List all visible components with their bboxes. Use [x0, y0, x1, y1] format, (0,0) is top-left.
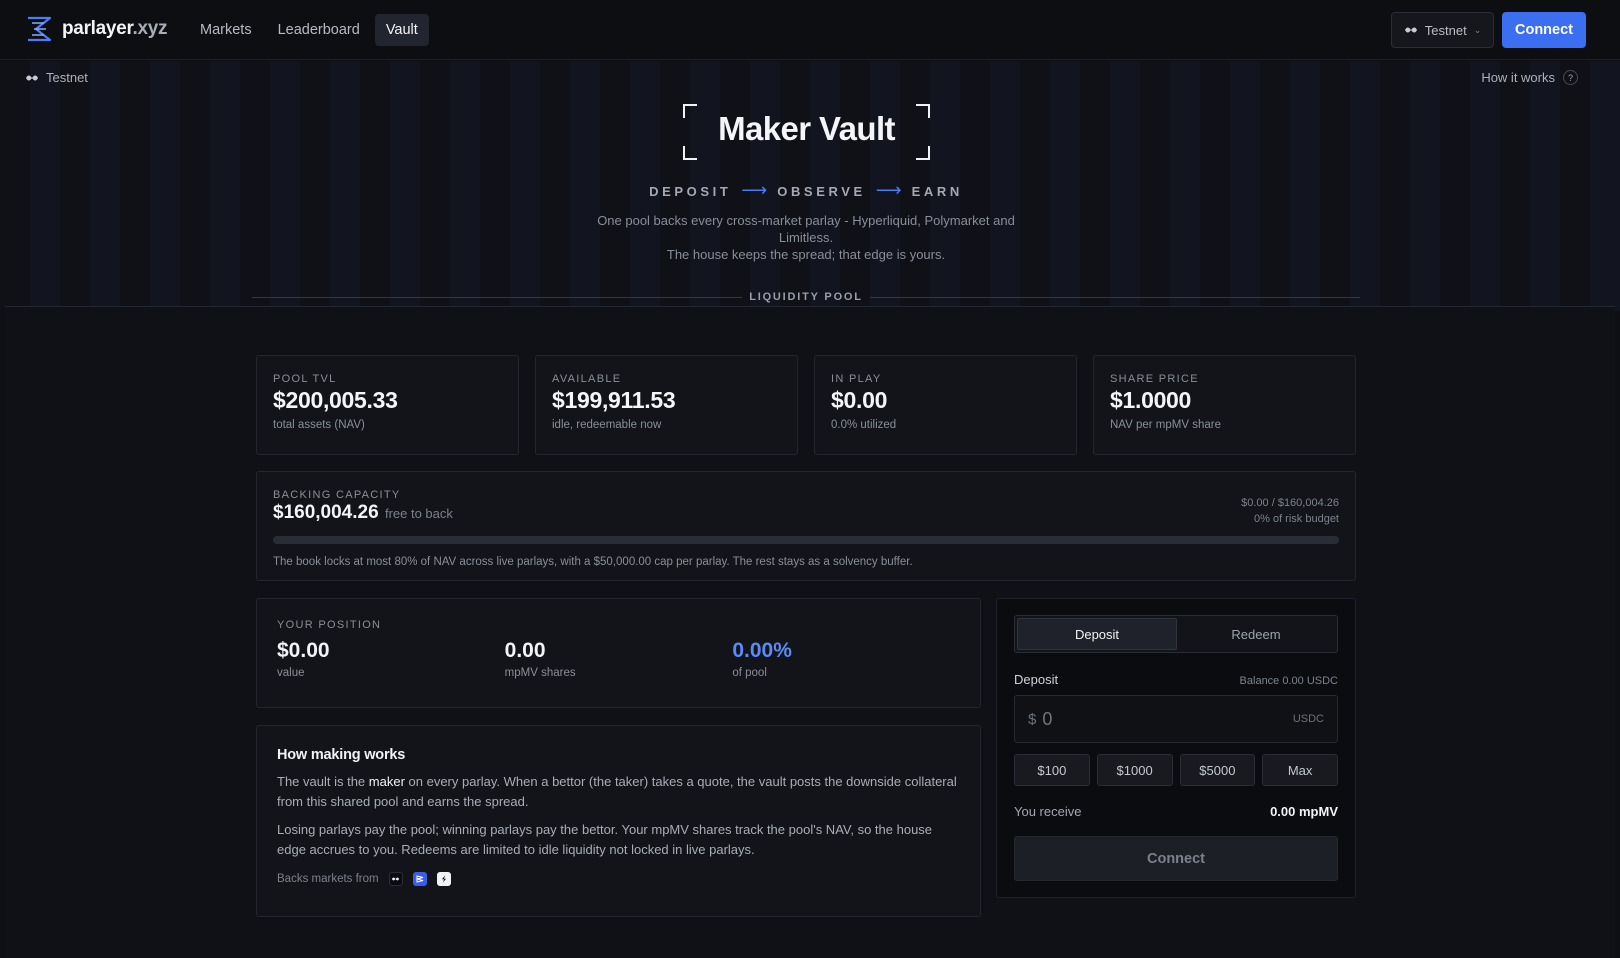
stat-sub: idle, redeemable now — [552, 419, 662, 431]
help-icon: ? — [1563, 70, 1578, 85]
hyperliquid-icon — [388, 872, 403, 886]
capacity-label: BACKING CAPACITY — [273, 489, 401, 501]
capacity-value: $160,004.26 free to back — [273, 502, 453, 523]
capacity-risk-budget: 0% of risk budget — [1254, 513, 1339, 525]
how-it-works-link[interactable]: How it works ? — [1481, 70, 1578, 85]
quick-amount-max-button[interactable]: Max — [1262, 754, 1338, 786]
how-it-works-label: How it works — [1481, 70, 1555, 85]
section-label: LIQUIDITY POOL — [749, 291, 863, 303]
position-pool-share-col: 0.00% of pool — [732, 639, 960, 679]
stat-sub: NAV per mpMV share — [1110, 419, 1221, 431]
main-nav: Markets Leaderboard Vault — [189, 14, 429, 46]
tab-redeem[interactable]: Redeem — [1177, 618, 1335, 650]
stat-value: $1.0000 — [1110, 387, 1192, 413]
step-deposit: DEPOSIT — [649, 184, 732, 199]
network-selector[interactable]: Testnet ⌄ — [1391, 12, 1494, 48]
frame-corner — [916, 146, 930, 160]
capacity-progress-bar — [273, 536, 1339, 544]
backs-markets-row: Backs markets from — [277, 872, 960, 886]
how-paragraph-2: Losing parlays pay the pool; winning par… — [277, 822, 933, 857]
position-shares-col: 0.00 mpMV shares — [505, 639, 733, 679]
chevron-down-icon: ⌄ — [1473, 24, 1482, 35]
how-title: How making works — [277, 747, 406, 763]
position-value-sub: value — [277, 667, 305, 679]
nav-leaderboard[interactable]: Leaderboard — [267, 14, 371, 46]
polymarket-icon — [412, 872, 427, 886]
network-selector-label: Testnet — [1424, 22, 1467, 38]
quick-amounts: $100 $1000 $5000 Max — [1014, 754, 1338, 786]
frame-corner — [683, 146, 697, 160]
stat-card-available: AVAILABLE $199,911.53 idle, redeemable n… — [535, 355, 798, 455]
nav-vault[interactable]: Vault — [374, 14, 429, 46]
position-value: $0.00 — [277, 639, 330, 662]
connect-wallet-button[interactable]: Connect — [1502, 12, 1586, 48]
receive-label: You receive — [1014, 804, 1082, 819]
stat-card-share-price: SHARE PRICE $1.0000 NAV per mpMV share — [1093, 355, 1356, 455]
stat-sub: 0.0% utilized — [831, 419, 897, 431]
deposit-panel: Deposit Redeem Deposit Balance 0.00 USDC… — [996, 598, 1356, 898]
brand-name: parlayer.xyz — [62, 18, 168, 39]
step-observe: OBSERVE — [777, 184, 866, 199]
quick-amount-5000-button[interactable]: $5000 — [1179, 754, 1256, 786]
deposit-label: Deposit — [1014, 672, 1059, 687]
hero-description-line2: The house keeps the spread; that edge is… — [666, 247, 946, 262]
capacity-usage: $0.00 / $160,004.26 0% of risk budget — [1241, 495, 1339, 527]
capacity-free-label: free to back — [384, 506, 453, 521]
parlayer-logo-icon — [28, 16, 52, 42]
dollar-icon: $ — [1028, 710, 1037, 728]
arrow-right-icon: ⟶ — [741, 180, 768, 200]
amount-field[interactable]: $ USDC — [1014, 695, 1338, 743]
stat-value: $0.00 — [831, 387, 888, 413]
vault-title-frame: Maker Vault — [683, 104, 930, 160]
stat-label: IN PLAY — [831, 373, 882, 385]
stat-label: AVAILABLE — [552, 373, 622, 385]
position-label: YOUR POSITION — [277, 619, 382, 631]
position-value-col: $0.00 value — [277, 639, 505, 679]
nav-markets[interactable]: Markets — [189, 14, 263, 46]
backs-markets-label: Backs markets from — [277, 873, 379, 885]
network-indicator-label: Testnet — [46, 70, 88, 85]
top-nav-bar: parlayer.xyz Markets Leaderboard Vault T… — [0, 0, 1620, 60]
limitless-icon — [436, 872, 451, 886]
position-shares-sub: mpMV shares — [504, 667, 576, 679]
wallet-balance: Balance 0.00 USDC — [1239, 675, 1338, 687]
hero-description-line1: One pool backs every cross-market parlay… — [597, 213, 1015, 245]
amount-unit: USDC — [1292, 713, 1324, 725]
capacity-used-of-total: $0.00 / $160,004.26 — [1241, 497, 1339, 509]
arrow-right-icon: ⟶ — [875, 180, 902, 200]
brand[interactable]: parlayer.xyz — [26, 14, 168, 44]
panel-connect-button[interactable]: Connect — [1014, 836, 1338, 881]
stat-card-in-play: IN PLAY $0.00 0.0% utilized — [814, 355, 1077, 455]
stat-value: $199,911.53 — [552, 387, 676, 413]
position-shares: 0.00 — [504, 639, 546, 662]
stat-card-pool-tvl: POOL TVL $200,005.33 total assets (NAV) — [256, 355, 519, 455]
position-pool-share-sub: of pool — [732, 667, 767, 679]
quick-amount-1000-button[interactable]: $1000 — [1096, 754, 1173, 786]
receive-row: You receive 0.00 mpMV — [1014, 804, 1338, 819]
receive-value: 0.00 mpMV — [1270, 804, 1338, 819]
step-earn: EARN — [911, 184, 963, 199]
stat-sub: total assets (NAV) — [273, 419, 365, 431]
tab-deposit[interactable]: Deposit — [1017, 618, 1177, 650]
stat-value: $200,005.33 — [273, 387, 398, 413]
how-paragraph-1: The vault is the maker on every parlay. … — [277, 774, 957, 809]
vault-steps: DEPOSIT ⟶ OBSERVE ⟶ EARN — [0, 180, 1612, 201]
deposit-redeem-tabs: Deposit Redeem — [1014, 615, 1338, 653]
amount-input[interactable] — [1042, 708, 1293, 730]
hyperliquid-icon — [1404, 27, 1417, 33]
stat-label: SHARE PRICE — [1110, 373, 1199, 385]
hyperliquid-icon — [26, 75, 38, 80]
backing-capacity-card: BACKING CAPACITY $160,004.26 free to bac… — [256, 471, 1356, 581]
how-making-works-card: How making works The vault is the maker … — [256, 725, 981, 917]
hero-description: One pool backs every cross-market parlay… — [590, 212, 1022, 263]
quick-amount-100-button[interactable]: $100 — [1014, 754, 1090, 786]
your-position-card: YOUR POSITION $0.00 value 0.00 mpMV shar… — [256, 598, 981, 708]
page-title: Maker Vault — [718, 110, 895, 147]
capacity-note: The book locks at most 80% of NAV across… — [273, 556, 913, 568]
stat-label: POOL TVL — [273, 373, 337, 385]
network-indicator: Testnet — [25, 70, 88, 85]
position-pool-share: 0.00% — [732, 639, 792, 662]
